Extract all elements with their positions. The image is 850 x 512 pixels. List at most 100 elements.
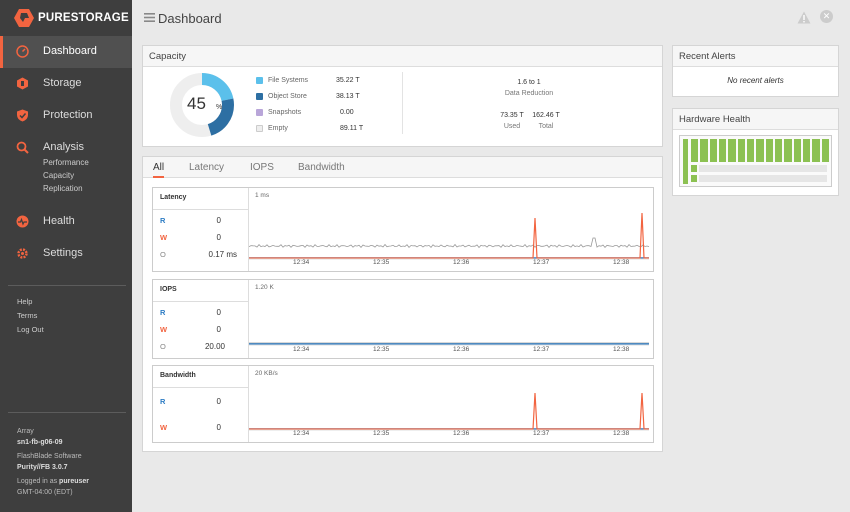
performance-tabs: All Latency IOPS Bandwidth (143, 157, 662, 178)
legend-swatch-empty (256, 125, 263, 132)
heart-icon (16, 215, 29, 228)
legend-object-store-value: 38.13 T (336, 93, 360, 100)
tab-latency[interactable]: Latency (189, 162, 224, 173)
bandwidth-write-line (249, 392, 649, 430)
sidebar: PURESTORAGE Dashboard Storage Protection… (0, 0, 132, 512)
logo[interactable]: PURESTORAGE (0, 0, 132, 36)
read-label: R (160, 397, 166, 406)
blade-status[interactable] (774, 139, 783, 162)
nav-dashboard-label: Dashboard (43, 45, 97, 57)
blade-status[interactable] (812, 139, 820, 162)
blade-status[interactable] (784, 139, 792, 162)
blade-status[interactable] (821, 139, 829, 162)
blade-status[interactable] (756, 139, 764, 162)
latency-label: Latency (153, 188, 249, 210)
chassis-diagram[interactable] (679, 135, 832, 187)
time-label: 12:35 (373, 346, 390, 353)
shield-icon (17, 109, 28, 122)
software-version: Purity//FB 3.0.7 (17, 464, 68, 471)
tab-all[interactable]: All (153, 162, 165, 178)
storage-icon (17, 77, 28, 90)
array-name: sn1-fb-g06-09 (17, 439, 63, 446)
time-label: 12:38 (613, 259, 630, 266)
time-label: 12:37 (533, 346, 550, 353)
user-name: pureuser (59, 478, 90, 485)
bandwidth-label: Bandwidth (153, 366, 249, 388)
no-alerts-text: No recent alerts (727, 76, 784, 85)
latency-other-value: 0.17 ms (208, 250, 237, 259)
bandwidth-read-value: 0 (216, 397, 221, 406)
warning-icon[interactable] (797, 11, 811, 24)
blade-status[interactable] (746, 139, 755, 162)
latency-chart: Latency R 0 W 0 O 0.17 ms 1 ms 12:34 12:3… (152, 187, 654, 272)
blade-status[interactable] (728, 139, 736, 162)
array-label: Array (17, 428, 34, 435)
nav-protection[interactable]: Protection (0, 100, 132, 132)
blade-status[interactable] (802, 139, 811, 162)
iops-write-value: 0 (216, 325, 221, 334)
top-bar: Dashboard ✕ (132, 0, 850, 36)
nav-dashboard[interactable]: Dashboard (0, 36, 132, 68)
close-icon[interactable]: ✕ (820, 10, 833, 23)
time-label: 12:36 (453, 346, 470, 353)
total-label: Total (538, 123, 554, 130)
legend-swatch-file-systems (256, 77, 263, 84)
tab-bandwidth[interactable]: Bandwidth (298, 162, 345, 173)
legend-empty-value: 89.11 T (340, 125, 364, 132)
time-label: 12:37 (533, 430, 550, 437)
time-label: 12:35 (373, 430, 390, 437)
time-label: 12:38 (613, 346, 630, 353)
blade-status[interactable] (691, 139, 699, 162)
read-label: R (160, 216, 166, 225)
bandwidth-write-value: 0 (216, 423, 221, 432)
latency-plot (249, 212, 650, 260)
nav-settings[interactable]: Settings (0, 238, 132, 270)
iops-read-value: 0 (216, 308, 221, 317)
blade-status[interactable] (709, 139, 717, 162)
other-label: O (160, 250, 166, 259)
data-reduction-label: Data Reduction (504, 90, 554, 97)
latency-write-line (249, 212, 649, 259)
nav-analysis-replication[interactable]: Replication (43, 184, 83, 193)
logout-link[interactable]: Log Out (17, 325, 44, 334)
page-title: Dashboard (158, 11, 222, 26)
blade-row (691, 139, 829, 162)
blade-status[interactable] (793, 139, 801, 162)
fabric-module-bar (699, 165, 827, 172)
nav-analysis-performance[interactable]: Performance (43, 158, 89, 167)
software-label: FlashBlade Software (17, 453, 82, 460)
legend-empty: Empty (268, 125, 288, 132)
tab-iops[interactable]: IOPS (250, 162, 274, 173)
data-reduction-value: 1.6 to 1 (517, 79, 541, 86)
nav-health[interactable]: Health (0, 206, 132, 238)
write-label: W (160, 423, 168, 432)
chassis-fm-status (683, 139, 688, 184)
nav-analysis-capacity[interactable]: Capacity (43, 171, 74, 180)
terms-link[interactable]: Terms (17, 311, 37, 320)
blade-status[interactable] (765, 139, 773, 162)
help-link[interactable]: Help (17, 297, 32, 306)
latency-write-value: 0 (216, 233, 221, 242)
pure-logo-icon (14, 9, 34, 27)
blade-status[interactable] (700, 139, 708, 162)
capacity-percent-unit: % (216, 104, 223, 111)
blade-status[interactable] (718, 139, 727, 162)
fabric-module-status (691, 175, 697, 182)
time-label: 12:35 (373, 259, 390, 266)
time-label: 12:34 (293, 259, 310, 266)
hamburger-menu-icon[interactable] (144, 13, 155, 22)
fabric-module-status (691, 165, 697, 172)
hardware-health-panel: Hardware Health (672, 108, 839, 196)
total-value: 162.46 T (532, 112, 560, 119)
blade-status[interactable] (737, 139, 745, 162)
capacity-panel: Capacity 45 % File Systems 35.22 T Objec… (142, 45, 663, 147)
hardware-health-title: Hardware Health (673, 109, 838, 130)
capacity-title: Capacity (143, 46, 662, 67)
recent-alerts-title: Recent Alerts (673, 46, 838, 67)
nav-storage[interactable]: Storage (0, 68, 132, 100)
nav-storage-label: Storage (43, 77, 82, 89)
iops-label: IOPS (153, 280, 249, 302)
nav-analysis-label: Analysis (43, 141, 84, 153)
latency-other-line (249, 237, 650, 249)
read-label: R (160, 308, 166, 317)
